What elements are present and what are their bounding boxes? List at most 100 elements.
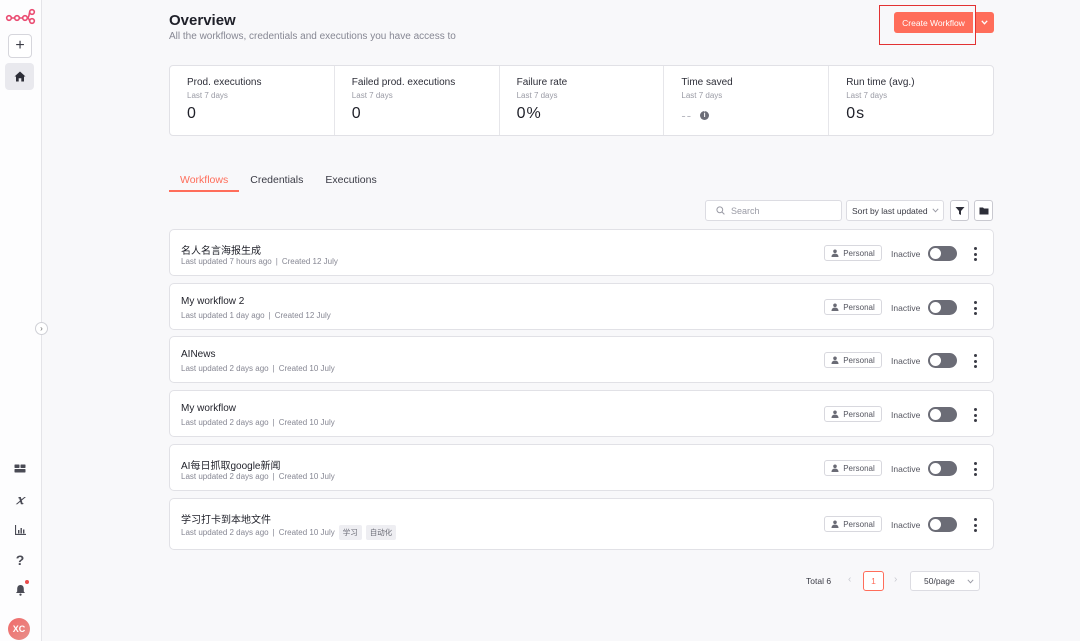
more-options-icon[interactable]	[971, 462, 979, 476]
active-toggle[interactable]	[928, 461, 957, 476]
workflow-updated: Last updated 2 days ago	[181, 528, 269, 537]
more-options-icon[interactable]	[971, 354, 979, 368]
active-toggle[interactable]	[928, 246, 957, 261]
tab-workflows[interactable]: Workflows	[169, 170, 240, 192]
search-input[interactable]	[731, 205, 831, 216]
workflow-created: Created 12 July	[274, 311, 331, 320]
page-title: Overview	[169, 12, 236, 29]
user-icon	[831, 520, 839, 528]
chevron-down-icon	[967, 578, 974, 584]
workflow-tag[interactable]: 自动化	[365, 525, 397, 540]
user-icon	[831, 303, 839, 311]
stat-run-time[interactable]: Run time (avg.) Last 7 days 0s	[829, 66, 993, 135]
workflow-name[interactable]: My workflow	[181, 403, 236, 414]
workflow-updated: Last updated 2 days ago	[181, 418, 269, 427]
tab-credentials[interactable]: Credentials	[239, 170, 314, 192]
sort-label: Sort by last updated	[852, 205, 928, 216]
prev-page-icon[interactable]: ‹	[848, 574, 851, 585]
workflow-updated: Last updated 1 day ago	[181, 311, 265, 320]
tab-executions[interactable]: Executions	[314, 170, 387, 192]
owner-label: Personal	[843, 302, 875, 312]
chevron-down-icon	[981, 20, 988, 25]
owner-badge: Personal	[824, 406, 882, 422]
stat-value: --	[681, 108, 693, 123]
status-label: Inactive	[891, 410, 921, 420]
stat-value: 0%	[516, 105, 542, 122]
stats-panel: Prod. executions Last 7 days 0 Failed pr…	[169, 65, 994, 136]
owner-badge: Personal	[824, 352, 882, 368]
help-icon[interactable]: ?	[10, 550, 30, 570]
more-options-icon[interactable]	[971, 247, 979, 261]
more-options-icon[interactable]	[971, 518, 979, 532]
active-toggle[interactable]	[928, 300, 957, 315]
status-label: Inactive	[891, 303, 921, 313]
workflow-updated: Last updated 2 days ago	[181, 364, 269, 373]
owner-badge: Personal	[824, 299, 882, 315]
more-options-icon[interactable]	[971, 301, 979, 315]
workflow-card[interactable]: AI每日抓取google新闻 Last updated 2 days ago | …	[169, 444, 994, 491]
user-icon	[831, 410, 839, 418]
workflow-created: Created 10 July	[278, 472, 335, 481]
filter-icon	[955, 206, 964, 215]
workflow-card[interactable]: 名人名言海报生成 Last updated 7 hours ago | Creat…	[169, 229, 994, 276]
variables-icon[interactable]: 𝑥	[10, 490, 30, 510]
workflow-updated: Last updated 7 hours ago	[181, 257, 272, 266]
workflow-card[interactable]: My workflow Last updated 2 days ago | Cre…	[169, 390, 994, 437]
stat-prod-executions[interactable]: Prod. executions Last 7 days 0	[170, 66, 335, 135]
stat-time-saved[interactable]: Time saved Last 7 days -- i	[664, 66, 830, 135]
home-icon[interactable]	[5, 63, 34, 90]
workflow-name[interactable]: 学习打卡到本地文件	[181, 511, 271, 526]
active-toggle[interactable]	[928, 517, 957, 532]
workflow-name[interactable]: My workflow 2	[181, 296, 244, 307]
workflow-meta: Last updated 2 days ago | Created 10 July	[181, 472, 335, 481]
avatar[interactable]: XC	[8, 618, 30, 640]
workflow-card[interactable]: 学习打卡到本地文件 Last updated 2 days ago | Creat…	[169, 498, 994, 550]
stat-sub: Last 7 days	[351, 91, 393, 100]
templates-icon[interactable]	[10, 458, 30, 478]
status-label: Inactive	[891, 249, 921, 259]
active-toggle[interactable]	[928, 407, 957, 422]
workflow-tag[interactable]: 学习	[338, 525, 362, 540]
stat-value: 0	[187, 105, 197, 122]
page-button-current[interactable]: 1	[863, 571, 884, 591]
page-subtitle: All the workflows, credentials and execu…	[169, 31, 456, 42]
workflow-meta: Last updated 2 days ago | Created 10 July	[181, 364, 335, 373]
stat-failure-rate[interactable]: Failure rate Last 7 days 0%	[500, 66, 665, 135]
workflow-card[interactable]: My workflow 2 Last updated 1 day ago | Cr…	[169, 283, 994, 330]
owner-label: Personal	[843, 409, 875, 419]
create-dropdown-button[interactable]	[975, 12, 994, 33]
active-toggle[interactable]	[928, 353, 957, 368]
stat-sub: Last 7 days	[516, 91, 558, 100]
owner-badge: Personal	[824, 516, 882, 532]
plus-icon[interactable]: +	[8, 34, 32, 58]
workflow-meta: Last updated 2 days ago | Created 10 July…	[181, 525, 397, 540]
stat-label: Failure rate	[516, 77, 568, 88]
stat-sub: Last 7 days	[187, 91, 228, 100]
workflow-meta: Last updated 7 hours ago | Created 12 Jul…	[181, 257, 338, 266]
workflow-name[interactable]: AINews	[181, 349, 215, 360]
workflow-created: Created 10 July	[278, 528, 335, 537]
stat-value: 0	[351, 105, 362, 122]
sort-select[interactable]: Sort by last updated	[846, 200, 944, 221]
info-icon[interactable]: i	[700, 111, 710, 120]
filter-button[interactable]	[950, 200, 969, 221]
workflow-created: Created 10 July	[278, 418, 335, 427]
owner-label: Personal	[843, 519, 875, 529]
more-options-icon[interactable]	[971, 408, 979, 422]
folder-button[interactable]	[974, 200, 993, 221]
page-size-select[interactable]: 50/page	[910, 571, 980, 591]
workflow-name[interactable]: 名人名言海报生成	[181, 242, 261, 257]
n8n-logo-icon[interactable]	[5, 7, 37, 25]
insights-icon[interactable]	[10, 520, 30, 540]
status-label: Inactive	[891, 520, 921, 530]
workflow-created: Created 12 July	[281, 257, 338, 266]
sidebar-expand-button[interactable]: ›	[35, 322, 48, 335]
next-page-icon[interactable]: ›	[894, 574, 897, 585]
workflow-name[interactable]: AI每日抓取google新闻	[181, 457, 280, 472]
pagination-total: Total 6	[806, 576, 832, 586]
workflow-meta: Last updated 2 days ago | Created 10 July	[181, 418, 335, 427]
stat-failed-executions[interactable]: Failed prod. executions Last 7 days 0	[335, 66, 500, 135]
search-icon	[716, 206, 725, 215]
user-icon	[831, 356, 839, 364]
workflow-card[interactable]: AINews Last updated 2 days ago | Created …	[169, 336, 994, 383]
